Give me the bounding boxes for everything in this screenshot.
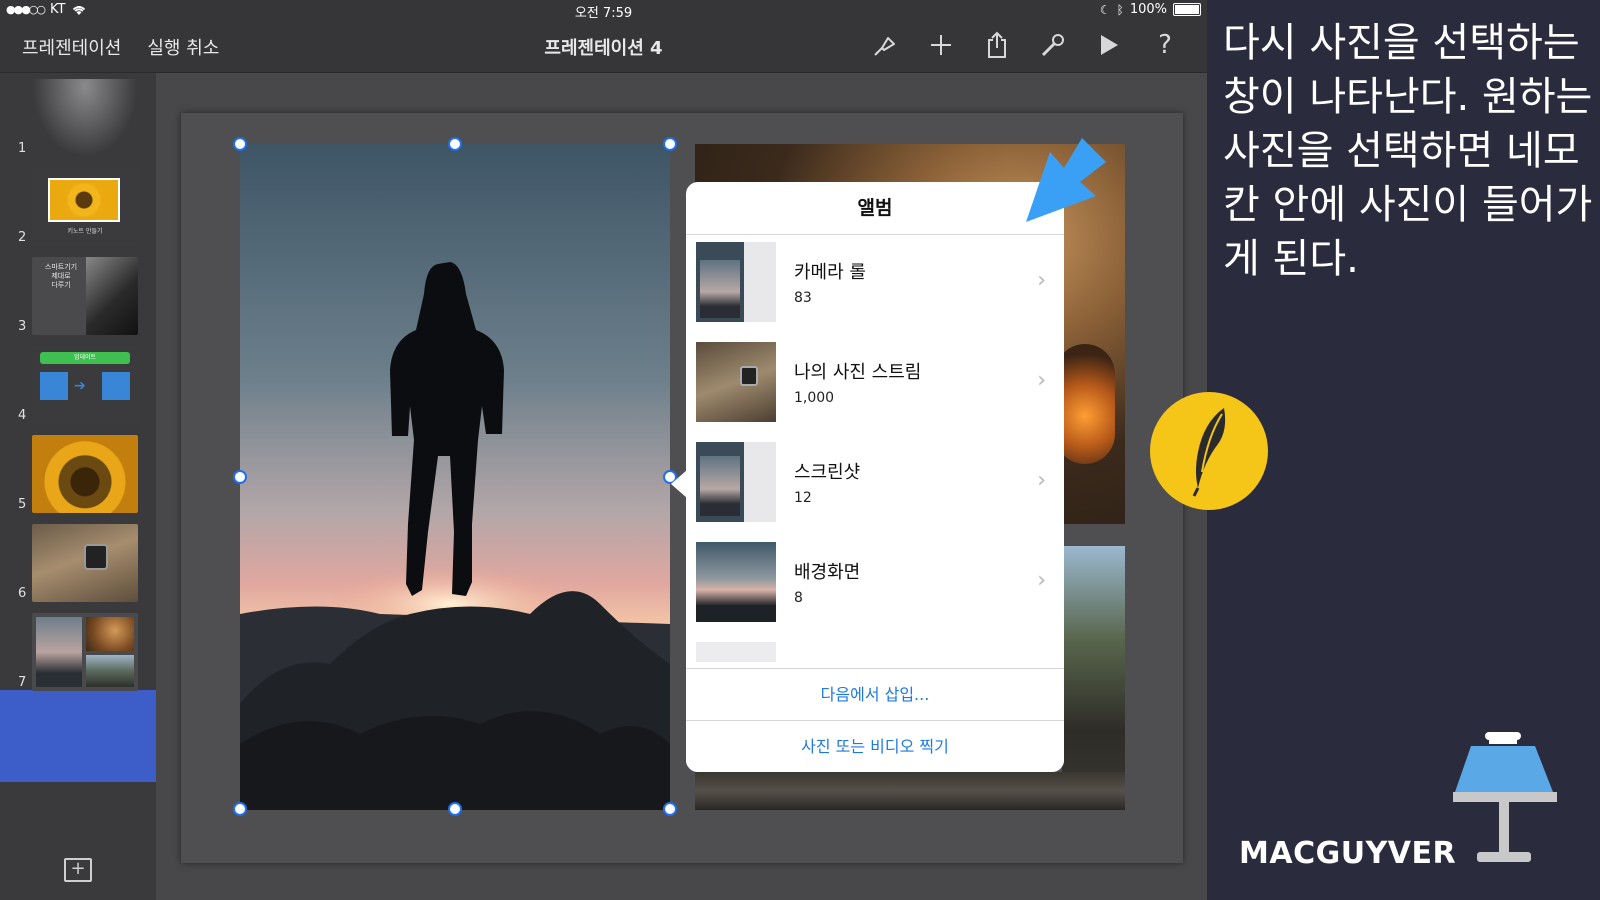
status-time: 오전 7:59	[574, 6, 633, 21]
battery-percent: 100%	[1129, 2, 1167, 17]
slide-caption-line: 다루기	[51, 281, 71, 289]
album-count: 12	[794, 490, 812, 506]
chevron-right-icon: ›	[1037, 568, 1046, 593]
resize-handle-top-right[interactable]	[663, 137, 677, 151]
album-row-screenshots[interactable]: 스크린샷 12 ›	[686, 434, 1064, 534]
slide-thumbnail-6[interactable]	[32, 524, 138, 602]
collage-photo	[86, 617, 134, 651]
chevron-right-icon: ›	[1037, 368, 1046, 393]
keynote-logo-icon	[1453, 732, 1557, 862]
sunflower-image	[48, 178, 120, 222]
tablet-image	[86, 257, 138, 335]
album-thumbnail	[696, 342, 776, 422]
watch-image	[740, 366, 758, 386]
selected-slide-highlight	[0, 690, 156, 782]
slide-thumbnail-2[interactable]: 키노트 만들기	[32, 168, 138, 246]
popover-title: 앨범	[686, 182, 1064, 235]
battery-icon	[1173, 3, 1201, 16]
selected-photo[interactable]	[240, 144, 670, 810]
album-count: 83	[794, 290, 812, 306]
album-thumbnail	[696, 542, 776, 622]
slide-thumbnail-7[interactable]	[32, 613, 138, 691]
album-name: 나의 사진 스트림	[794, 362, 922, 383]
collage-photo	[36, 617, 82, 687]
resize-handle-top[interactable]	[448, 137, 462, 151]
ipad-screen: ●●●○○ KT 오전 7:59 ☾ ᛒ 100% 프레젠테이션 실행 취소 프…	[0, 0, 1207, 900]
toolbar: 프레젠테이션 실행 취소 프레젠테이션 4 ?	[0, 20, 1207, 73]
moon-icon: ☾	[1099, 2, 1111, 17]
add-slide-button[interactable]: +	[64, 858, 92, 882]
annotation-arrow-icon	[1026, 138, 1106, 222]
slide-caption-line: 스마트기기	[44, 263, 78, 271]
animal-eye-detail	[1055, 344, 1115, 464]
collage-photo-right-bottom[interactable]	[1062, 546, 1125, 810]
album-row-partial	[696, 642, 776, 662]
help-icon[interactable]: ?	[1151, 30, 1179, 60]
slide-caption-line: 제대로	[51, 272, 71, 280]
album-count: 1,000	[794, 390, 835, 406]
slide-thumbnail-1[interactable]	[32, 79, 138, 157]
album-thumbnail	[696, 442, 776, 522]
slide-navigator: 1 2 키노트 만들기 3 스마트기기 제대로 다루기 4 업데이트 ➔ 5 6…	[0, 73, 157, 900]
slide-number: 7	[18, 675, 27, 690]
resize-handle-bottom-right[interactable]	[663, 802, 677, 816]
resize-handle-top-left[interactable]	[233, 137, 247, 151]
slide-caption: 키노트 만들기	[67, 228, 103, 235]
wrench-icon[interactable]	[1039, 30, 1067, 60]
collage-photo	[86, 655, 134, 687]
album-row-photo-stream[interactable]: 나의 사진 스트림 1,000 ›	[686, 334, 1064, 434]
chevron-right-icon: ›	[1037, 268, 1046, 293]
photo-silhouette-image	[240, 144, 670, 810]
album-row-wallpapers[interactable]: 배경화면 8 ›	[686, 534, 1064, 634]
slide-number: 1	[18, 141, 27, 156]
album-name: 배경화면	[794, 562, 861, 583]
quill-badge	[1150, 392, 1268, 510]
album-thumbnail-photo	[700, 260, 740, 318]
slide-thumbnail-4[interactable]: 업데이트 ➔	[32, 346, 138, 424]
add-icon[interactable]	[927, 30, 955, 60]
diagram-box	[40, 372, 68, 400]
album-count: 8	[794, 590, 803, 606]
diagram-box	[102, 372, 130, 400]
slide-thumbnail-3[interactable]: 스마트기기 제대로 다루기	[32, 257, 138, 335]
slide-number: 3	[18, 319, 27, 334]
slide-number: 5	[18, 497, 27, 512]
album-picker-popover: 앨범 카메라 롤 83 › 나의 사진 스트림 1,000 › 스크린샷 12 …	[686, 182, 1064, 772]
slide-number: 6	[18, 586, 27, 601]
chevron-right-icon: ›	[1037, 468, 1046, 493]
slide-badge: 업데이트	[40, 352, 130, 364]
resize-handle-left[interactable]	[233, 470, 247, 484]
album-row-camera-roll[interactable]: 카메라 롤 83 ›	[686, 234, 1064, 334]
resize-handle-bottom[interactable]	[448, 802, 462, 816]
slide-number: 2	[18, 230, 27, 245]
share-icon[interactable]	[983, 30, 1011, 60]
album-name: 카메라 롤	[794, 262, 866, 283]
slide-thumbnail-5[interactable]	[32, 435, 138, 513]
album-name: 스크린샷	[794, 462, 861, 483]
take-photo-button[interactable]: 사진 또는 비디오 찍기	[686, 720, 1064, 772]
insert-from-button[interactable]: 다음에서 삽입...	[686, 668, 1064, 721]
slide-number: 4	[18, 408, 27, 423]
popover-arrow	[671, 470, 687, 498]
brand-label: MACGUYVER	[1239, 836, 1457, 871]
caption-text: 다시 사진을 선택하는 창이 나타난다. 원하는 사진을 선택하면 네모칸 안에…	[1223, 20, 1593, 282]
arrow-right-icon: ➔	[74, 378, 86, 394]
collage-photo-strip	[695, 772, 1125, 810]
format-brush-icon[interactable]	[871, 30, 899, 60]
album-thumbnail	[696, 242, 776, 322]
status-bar: ●●●○○ KT 오전 7:59 ☾ ᛒ 100%	[0, 0, 1207, 21]
resize-handle-bottom-left[interactable]	[233, 802, 247, 816]
album-thumbnail-photo	[700, 456, 740, 516]
watch-image	[84, 544, 108, 570]
bluetooth-icon: ᛒ	[1116, 2, 1124, 17]
play-icon[interactable]	[1095, 30, 1123, 60]
quill-icon	[1192, 408, 1226, 497]
